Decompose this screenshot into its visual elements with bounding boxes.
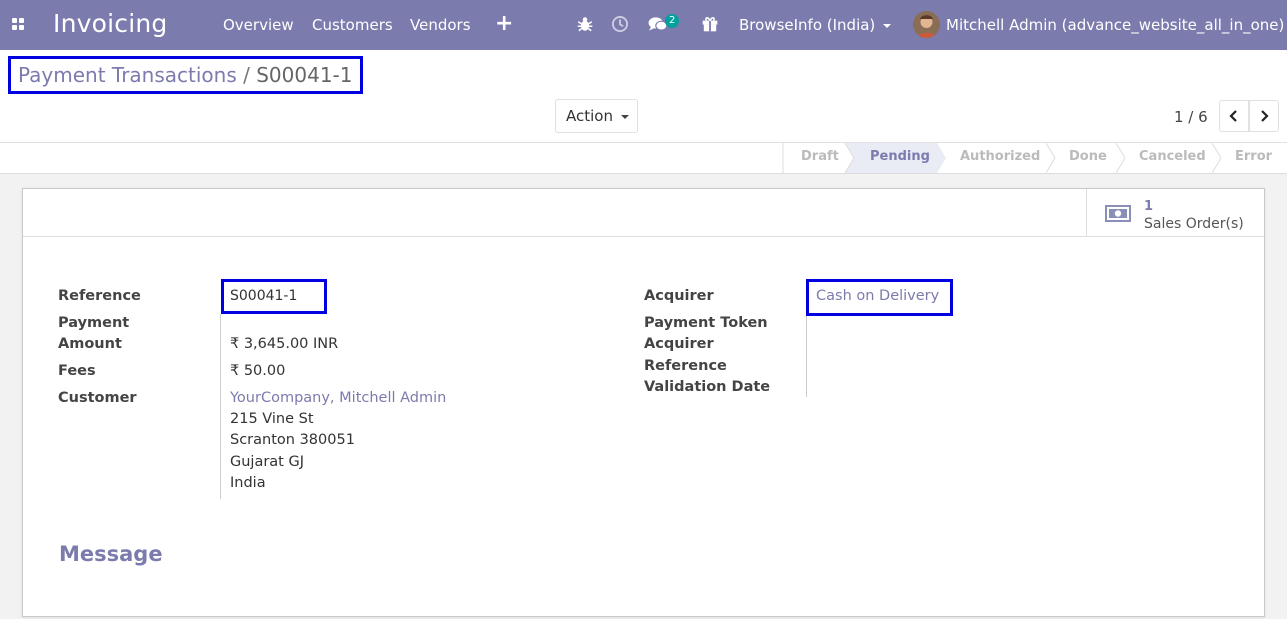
validation-date-label: Validation Date xyxy=(644,379,771,395)
acquirer-reference-label-line2: Reference xyxy=(644,358,727,374)
acquirer-link[interactable]: Cash on Delivery xyxy=(816,286,939,307)
address-line-1: 215 Vine St xyxy=(230,411,314,427)
acquirer-reference-label-line1: Acquirer xyxy=(644,336,714,352)
reference-value[interactable]: S00041-1 xyxy=(230,286,297,307)
address-line-4: India xyxy=(230,475,266,491)
stage-canceled[interactable]: Canceled xyxy=(1139,143,1206,173)
stage-arrow xyxy=(1212,143,1222,173)
bug-icon[interactable] xyxy=(576,15,594,33)
company-switcher[interactable]: BrowseInfo (India) xyxy=(739,16,892,34)
address-line-3: Gujarat GJ xyxy=(230,454,304,470)
stage-divider xyxy=(782,143,784,173)
action-label: Action xyxy=(566,107,613,125)
control-panel: Payment Transactions / S00041-1 Action 1… xyxy=(0,50,1287,143)
field-divider xyxy=(220,314,221,499)
chevron-left-icon xyxy=(1229,110,1237,122)
chat-count-badge: 2 xyxy=(665,14,680,28)
button-box: 1 Sales Order(s) xyxy=(23,189,1264,237)
plus-icon[interactable]: + xyxy=(495,11,513,36)
chevron-down-icon xyxy=(620,114,629,119)
menu-vendors[interactable]: Vendors xyxy=(410,16,471,34)
payment-token-label: Payment Token xyxy=(644,315,768,331)
avatar[interactable] xyxy=(913,11,940,38)
chevron-right-icon xyxy=(1261,110,1269,122)
action-button[interactable]: Action xyxy=(555,99,638,133)
breadcrumb-separator: / xyxy=(243,63,250,87)
app-title: Invoicing xyxy=(53,9,168,38)
company-name: BrowseInfo (India) xyxy=(739,16,876,34)
message-heading: Message xyxy=(59,542,163,566)
breadcrumb-current: S00041-1 xyxy=(256,63,353,87)
acquirer-label: Acquirer xyxy=(644,288,714,304)
sales-order-label: Sales Order(s) xyxy=(1144,216,1244,232)
stage-error[interactable]: Error xyxy=(1235,143,1272,173)
top-navbar: Invoicing Overview Customers Vendors + 2… xyxy=(0,0,1287,50)
breadcrumb: Payment Transactions / S00041-1 xyxy=(8,56,364,94)
sales-order-count: 1 xyxy=(1144,199,1154,214)
menu-overview[interactable]: Overview xyxy=(223,16,294,34)
payment-amount-value[interactable]: ₹ 3,645.00 INR xyxy=(230,334,338,355)
fees-label: Fees xyxy=(58,363,96,379)
stage-arrow xyxy=(1046,143,1056,173)
user-menu[interactable]: Mitchell Admin (advance_website_all_in_o… xyxy=(946,16,1284,34)
pager-previous-button[interactable] xyxy=(1219,100,1249,132)
fees-value[interactable]: ₹ 50.00 xyxy=(230,361,285,382)
chevron-down-icon xyxy=(883,23,892,28)
address-line-2: Scranton 380051 xyxy=(230,432,355,448)
stage-arrow xyxy=(845,143,855,173)
reference-label: Reference xyxy=(58,288,141,304)
customer-link[interactable]: YourCompany, Mitchell Admin xyxy=(230,388,446,409)
status-bar: Draft Pending Authorized Done Canceled E… xyxy=(0,143,1287,174)
apps-menu-icon[interactable] xyxy=(12,18,25,31)
breadcrumb-parent[interactable]: Payment Transactions xyxy=(18,63,237,87)
menu-customers[interactable]: Customers xyxy=(312,16,393,34)
stage-pending[interactable]: Pending xyxy=(845,143,937,173)
stage-arrow xyxy=(1116,143,1126,173)
gift-icon[interactable] xyxy=(701,15,719,33)
payment-amount-label-line2: Amount xyxy=(58,336,122,352)
stage-authorized[interactable]: Authorized xyxy=(960,143,1040,173)
payment-amount-label-line1: Payment xyxy=(58,315,130,331)
form-sheet: 1 Sales Order(s) Reference S00041-1 Paym… xyxy=(22,188,1265,617)
customer-label: Customer xyxy=(58,390,137,406)
stage-draft[interactable]: Draft xyxy=(801,143,839,173)
pager-value[interactable]: 1 / 6 xyxy=(1174,108,1208,126)
money-icon xyxy=(1105,205,1131,222)
field-divider xyxy=(806,316,807,397)
stage-arrow xyxy=(937,143,946,173)
sales-orders-button[interactable]: 1 Sales Order(s) xyxy=(1086,189,1264,236)
pager-next-button[interactable] xyxy=(1249,100,1279,132)
stage-done[interactable]: Done xyxy=(1069,143,1107,173)
clock-icon[interactable] xyxy=(611,15,629,33)
